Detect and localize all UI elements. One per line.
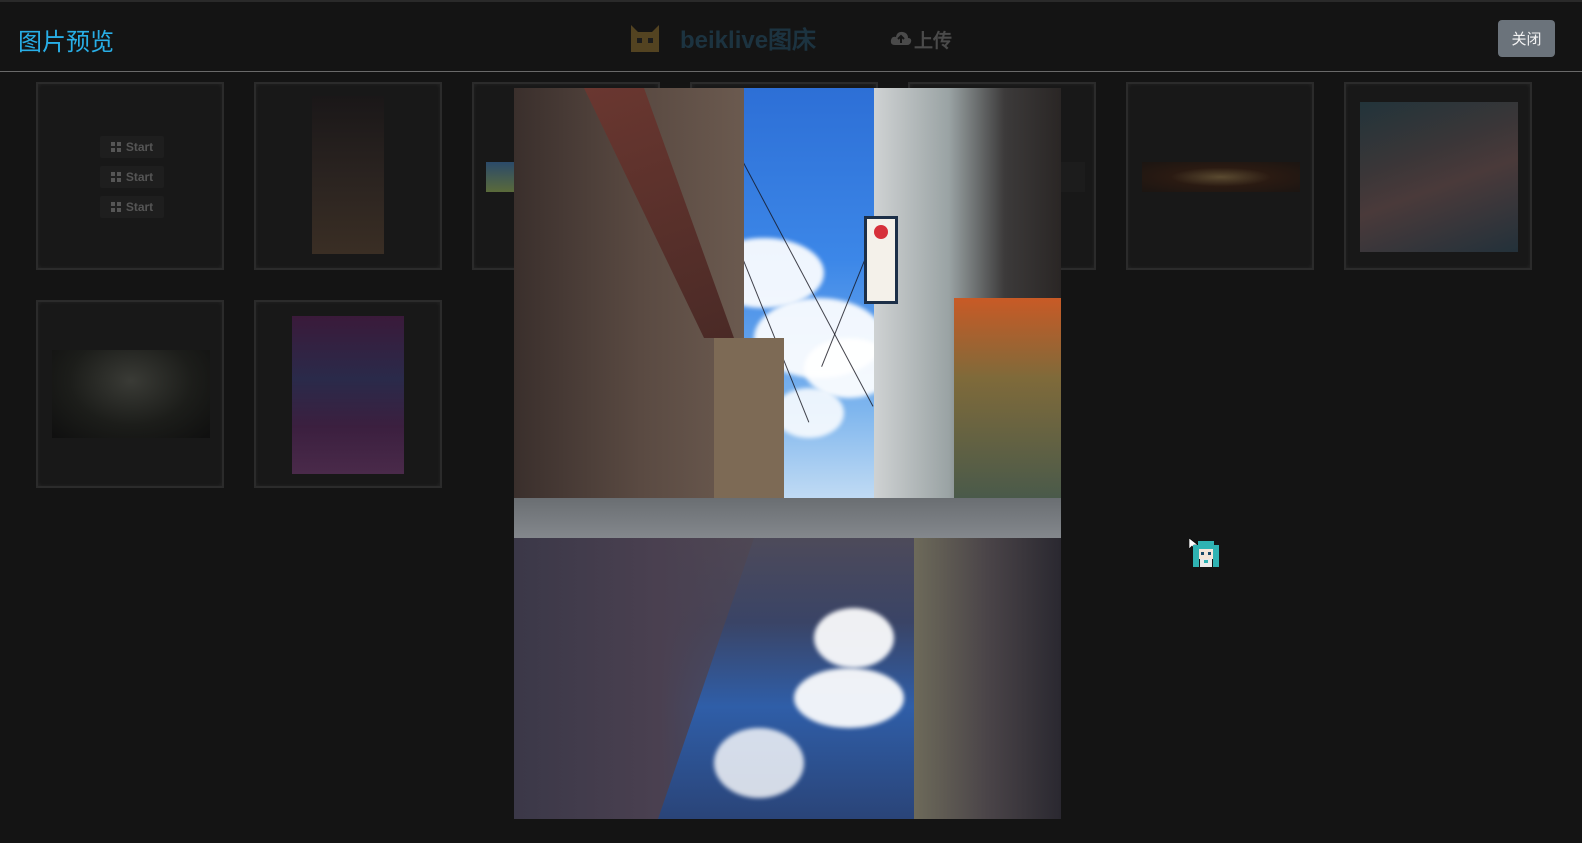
start-button: Start [100, 136, 164, 158]
start-button: Start [100, 166, 164, 188]
thumbnail-image [1142, 162, 1300, 192]
gallery-tile[interactable] [1126, 82, 1314, 270]
windows-icon [110, 142, 121, 152]
cat-logo-icon [628, 21, 662, 55]
brand-name: beiklive图床 [680, 27, 817, 54]
windows-icon [110, 202, 121, 212]
thumbnail-image [1360, 102, 1518, 252]
gallery-tile[interactable] [1344, 82, 1532, 270]
thumbnail-image [292, 316, 404, 474]
thumbnail-image [52, 350, 210, 438]
preview-image [514, 88, 1061, 819]
thumbnail-image [312, 96, 384, 254]
start-button: Start [100, 196, 164, 218]
gallery-tile[interactable] [36, 300, 224, 488]
gallery-tile[interactable] [254, 300, 442, 488]
miku-mascot-icon[interactable] [1190, 537, 1222, 569]
thumbnail-image [1060, 162, 1085, 192]
windows-icon [110, 172, 121, 182]
modal-header: 图片预览 beiklive图床 上传 关闭 [0, 0, 1582, 72]
upload-label: 上传 [914, 30, 953, 52]
app-root: 图片预览 beiklive图床 上传 关闭 Start Start Start [0, 0, 1582, 843]
close-button[interactable]: 关闭 [1498, 20, 1555, 57]
brand[interactable]: beiklive图床 [628, 20, 816, 55]
gallery-tile[interactable]: Start Start Start [36, 82, 224, 270]
gallery-tile[interactable] [254, 82, 442, 270]
modal-title: 图片预览 [18, 28, 114, 56]
upload-link[interactable]: 上传 [890, 26, 952, 53]
cloud-upload-icon [890, 29, 912, 51]
